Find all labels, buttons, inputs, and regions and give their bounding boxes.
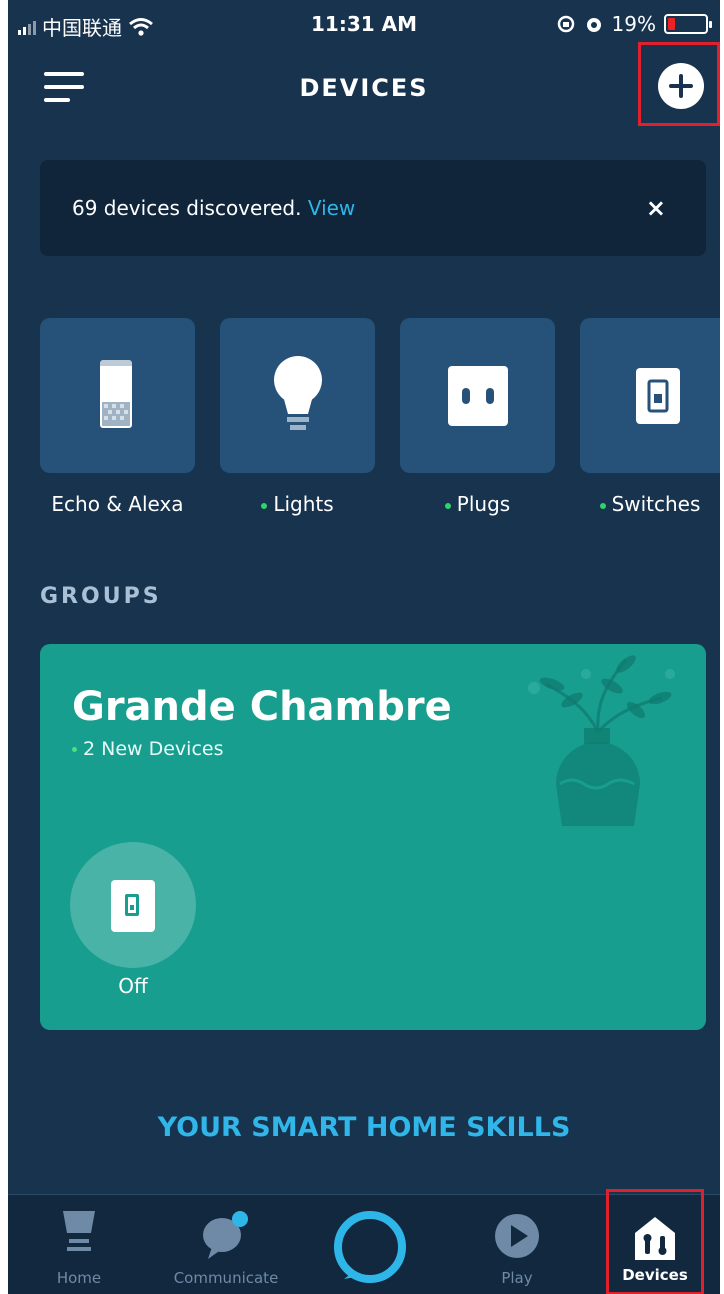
category-label-text: Switches (611, 492, 701, 516)
add-device-button[interactable] (638, 42, 720, 126)
echo-speaker-icon (100, 360, 132, 428)
battery-fill (668, 18, 675, 30)
devices-house-icon (635, 1217, 675, 1260)
status-bar: 中国联通 11:31 AM 19% (8, 0, 720, 50)
group-name: Grande Chambre (72, 684, 452, 730)
category-echo-alexa[interactable] (40, 318, 195, 473)
new-indicator (72, 747, 77, 752)
group-subtitle-text: 2 New Devices (83, 738, 224, 760)
new-indicator (444, 502, 451, 509)
category-label-switches: Switches (580, 492, 720, 516)
category-label-text: Lights (273, 492, 334, 516)
alexa-ring-icon (334, 1211, 406, 1283)
tab-alexa[interactable] (328, 1195, 412, 1294)
category-plugs[interactable] (400, 318, 555, 473)
tab-label: Play (501, 1269, 533, 1287)
plant-illustration (528, 655, 675, 826)
tab-play[interactable]: Play (482, 1195, 552, 1294)
category-switches[interactable] (580, 318, 720, 473)
category-label-lights: Lights (220, 492, 375, 516)
group-card[interactable]: Grande Chambre 2 New Devices Off (40, 644, 706, 1030)
category-label-plugs: Plugs (400, 492, 555, 516)
category-label-echo: Echo & Alexa (40, 492, 195, 516)
tab-home[interactable]: Home (44, 1195, 114, 1294)
group-subtitle: 2 New Devices (72, 738, 224, 760)
view-link[interactable]: View (308, 196, 355, 220)
plus-circle-icon (658, 63, 704, 109)
chat-bubble-icon (203, 1211, 248, 1259)
new-indicator (261, 502, 268, 509)
plug-icon (448, 366, 508, 426)
discovery-message: 69 devices discovered. View (72, 196, 355, 220)
discovery-banner: 69 devices discovered. View × (40, 160, 706, 256)
tab-label: Communicate (173, 1269, 279, 1287)
tab-devices[interactable]: Devices (606, 1189, 704, 1294)
light-bulb-icon (274, 356, 322, 430)
category-label-text: Plugs (456, 492, 511, 516)
page-title: DEVICES (299, 74, 429, 102)
category-lights[interactable] (220, 318, 375, 473)
discovery-text: 69 devices discovered. (72, 196, 302, 220)
orientation-lock-icon (557, 15, 574, 33)
tab-label: Home (56, 1269, 102, 1287)
app-screen: 中国联通 11:31 AM 19% DEVICES 69 devices dis… (8, 0, 720, 1294)
smart-home-skills-link[interactable]: YOUR SMART HOME SKILLS (8, 1112, 720, 1143)
tab-bar: Home Communicate Play Devices (8, 1189, 720, 1294)
switch-icon (636, 368, 680, 424)
close-icon[interactable]: × (646, 194, 666, 222)
play-icon (495, 1214, 539, 1258)
new-indicator (599, 502, 606, 509)
home-icon (63, 1211, 95, 1251)
battery-icon (664, 14, 712, 34)
alarm-icon (586, 18, 601, 32)
tab-label: Devices (622, 1266, 688, 1284)
groups-heading: GROUPS (40, 584, 162, 609)
battery-percent: 19% (611, 12, 656, 36)
status-right: 19% (556, 12, 712, 36)
group-device-state: Off (118, 974, 148, 998)
group-power-toggle[interactable] (70, 842, 196, 968)
switch-icon (111, 880, 155, 932)
tab-communicate[interactable]: Communicate (168, 1195, 284, 1294)
category-label-text: Echo & Alexa (51, 492, 184, 516)
